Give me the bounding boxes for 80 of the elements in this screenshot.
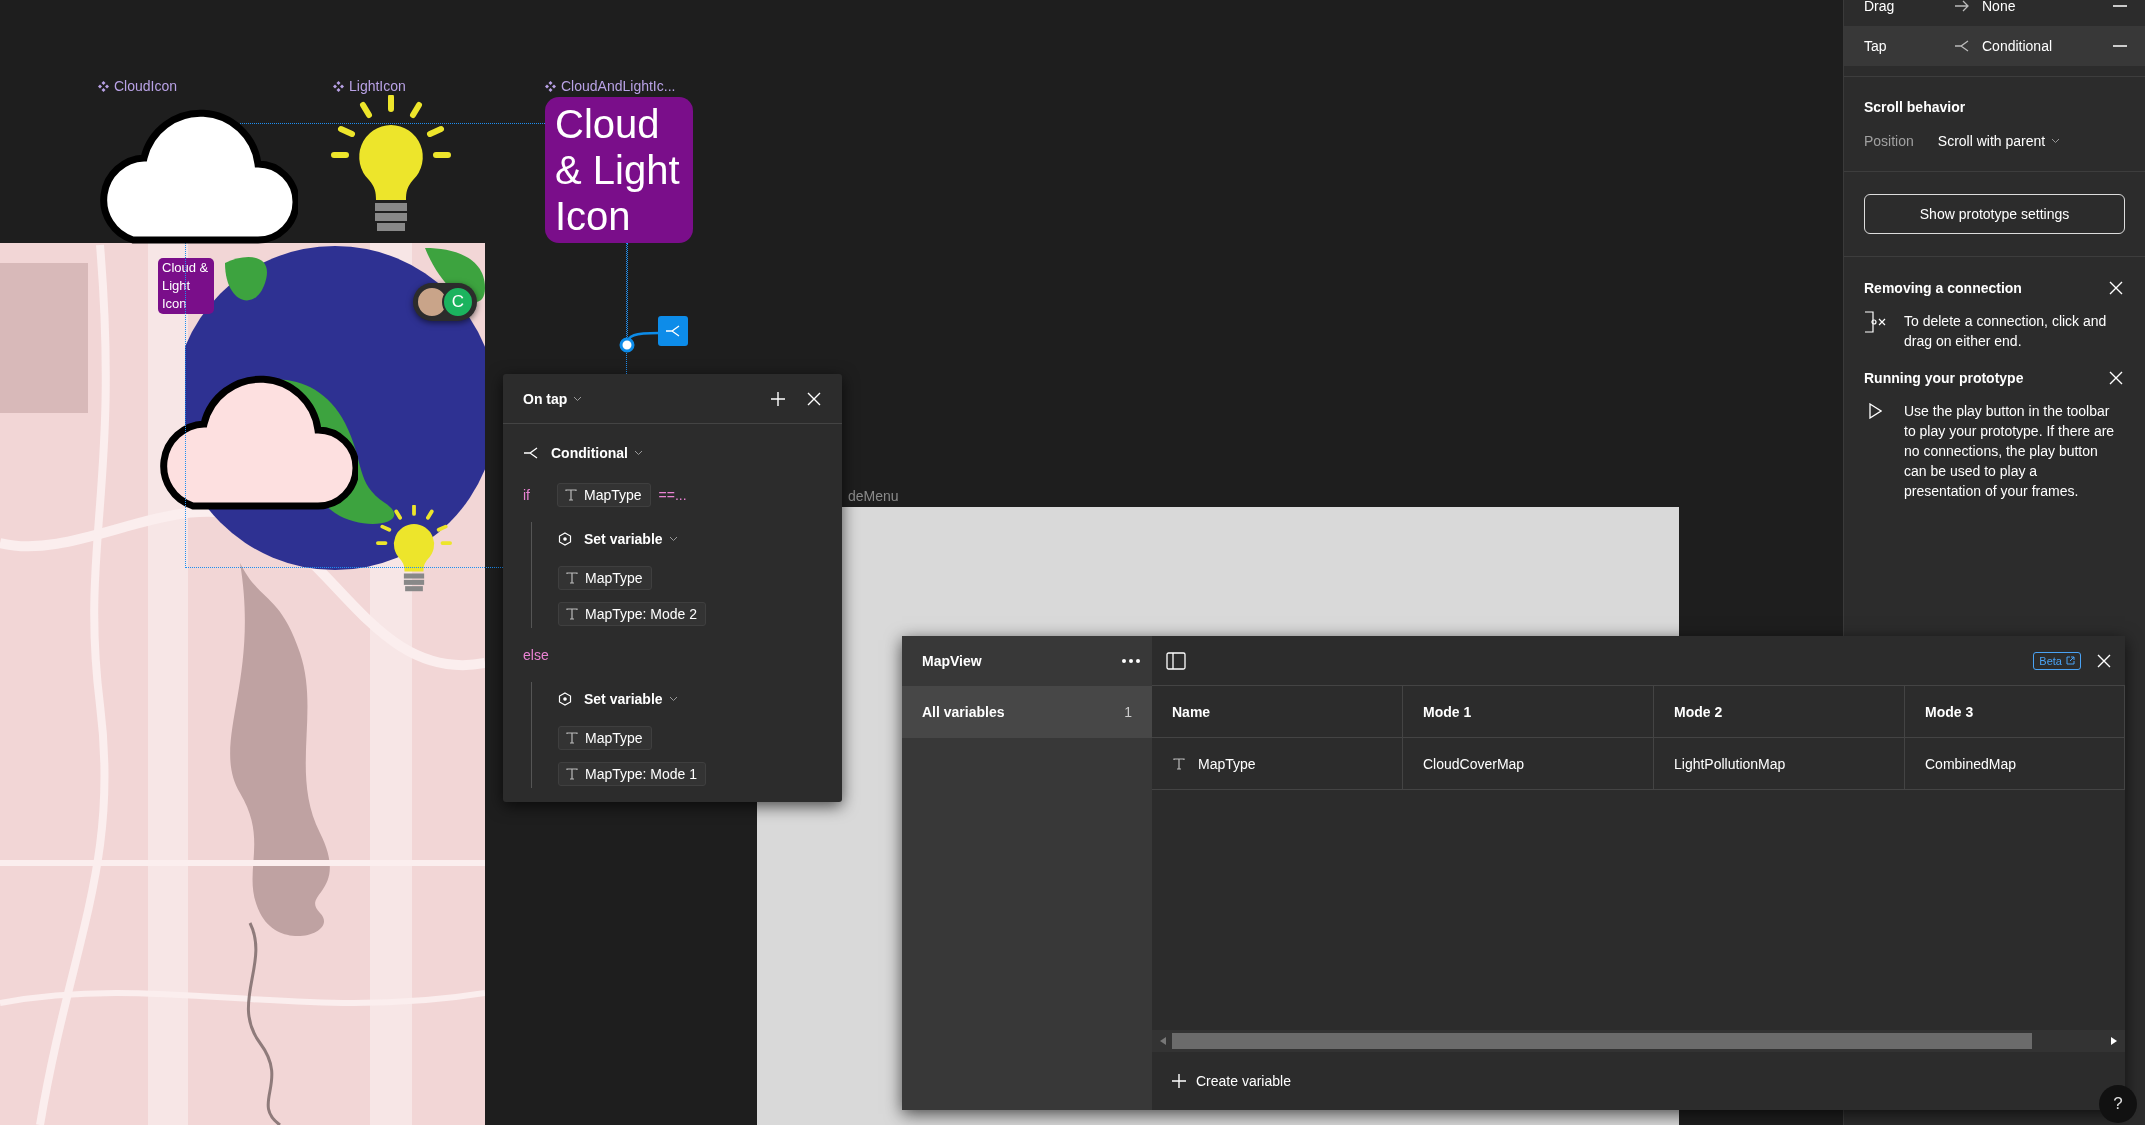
table-cell: CloudCoverMap xyxy=(1403,738,1654,790)
text-type-icon xyxy=(1172,756,1186,771)
scroll-left-icon[interactable] xyxy=(1160,1037,1166,1045)
close-button[interactable] xyxy=(2107,369,2125,387)
component-label: LightIcon xyxy=(349,78,406,94)
trigger-label: Tap xyxy=(1864,38,1888,54)
text-type-icon xyxy=(565,607,579,621)
text-type-icon xyxy=(564,488,578,502)
chevron-down-icon xyxy=(668,536,678,542)
close-icon xyxy=(2109,371,2123,385)
variable-icon xyxy=(558,692,572,706)
set-variable-dropdown[interactable]: Set variable xyxy=(584,691,678,707)
close-icon xyxy=(2109,281,2123,295)
text-type-icon xyxy=(565,731,579,745)
branch-icon xyxy=(1954,40,1970,52)
disconnect-icon xyxy=(1864,311,1888,333)
interaction-row[interactable]: Tap Conditional xyxy=(1844,26,2145,66)
chevron-down-icon xyxy=(668,696,678,702)
tip-text: To delete a connection, click and drag on either end. xyxy=(1904,312,2108,351)
component-label: CloudAndLightIc... xyxy=(561,78,676,94)
branch-keyword: else xyxy=(523,647,549,663)
component-icon xyxy=(545,80,556,92)
tip-text: Use the play button in the toolbar to play your prototype. If there are no connections, the play button can be used to play a presentation of your frames. xyxy=(1904,402,2116,501)
collection-title: MapView xyxy=(922,653,982,669)
branch-keyword: if xyxy=(523,487,531,503)
variable-chip[interactable]: MapType xyxy=(558,726,652,750)
action-label: Conditional xyxy=(1982,38,2054,54)
component-card: Cloud & Light Icon xyxy=(158,258,214,314)
trigger-label: Drag xyxy=(1864,0,1896,14)
trigger-dropdown[interactable]: On tap xyxy=(523,390,583,407)
action-label: None xyxy=(1982,0,2017,14)
component-label: CloudIcon xyxy=(114,78,178,94)
section-title: Scroll behavior xyxy=(1864,99,1967,115)
condition-operator: ==... xyxy=(658,487,687,503)
frame-label: deMenu xyxy=(848,488,899,504)
column-header: Name xyxy=(1152,686,1403,738)
set-variable-dropdown[interactable]: Set variable xyxy=(584,531,678,547)
component-icon xyxy=(98,80,109,92)
table-cell: LightPollutionMap xyxy=(1654,738,1905,790)
component-icon xyxy=(333,80,344,92)
beta-badge[interactable]: Beta xyxy=(2033,651,2081,670)
position-label: Position xyxy=(1864,133,1914,149)
avatar-initial: C xyxy=(442,286,474,318)
arrow-right-icon xyxy=(1954,0,1970,12)
sidebar-toggle-icon[interactable] xyxy=(1166,651,1186,670)
variable-chip[interactable]: MapType: Mode 2 xyxy=(558,602,707,626)
interaction-row[interactable]: Drag None xyxy=(1844,0,2145,26)
horizontal-scrollbar[interactable] xyxy=(1152,1030,2125,1052)
variable-chip[interactable]: MapType: Mode 1 xyxy=(558,762,707,786)
text-type-icon xyxy=(565,767,579,781)
tip-title: Removing a connection xyxy=(1864,280,2022,296)
tip-title: Running your prototype xyxy=(1864,370,2024,386)
close-button[interactable] xyxy=(2107,279,2125,297)
component-card: Cloud & Light Icon xyxy=(545,97,693,243)
branch-icon xyxy=(665,325,681,337)
branch-icon xyxy=(523,447,539,459)
column-header: Mode 1 xyxy=(1403,686,1654,738)
variable-chip[interactable]: MapType xyxy=(557,483,651,507)
table-cell: CombinedMap xyxy=(1905,738,2125,790)
column-header: Mode 3 xyxy=(1905,686,2125,738)
close-icon xyxy=(2097,653,2111,668)
plus-icon xyxy=(771,391,785,406)
variable-chip[interactable]: MapType xyxy=(558,566,652,590)
close-icon xyxy=(807,391,821,406)
chevron-down-icon xyxy=(573,395,583,402)
variable-icon xyxy=(558,532,572,546)
position-dropdown[interactable]: Scroll with parent xyxy=(1937,133,2061,149)
plus-icon xyxy=(1172,1074,1186,1088)
scroll-right-icon[interactable] xyxy=(2111,1037,2117,1045)
action-dropdown[interactable]: Conditional xyxy=(551,445,643,461)
variable-name: MapType xyxy=(1198,755,1256,772)
more-icon[interactable] xyxy=(1122,659,1140,663)
prototype-settings-button[interactable]: Show prototype settings xyxy=(1864,194,2125,234)
chevron-down-icon xyxy=(634,450,643,456)
text-type-icon xyxy=(565,571,579,585)
variable-group[interactable]: All variables 1 xyxy=(902,686,1152,738)
conditional-node[interactable] xyxy=(658,316,688,346)
chevron-down-icon xyxy=(2051,138,2061,144)
column-header: Mode 2 xyxy=(1654,686,1905,738)
play-icon xyxy=(1868,403,1882,419)
